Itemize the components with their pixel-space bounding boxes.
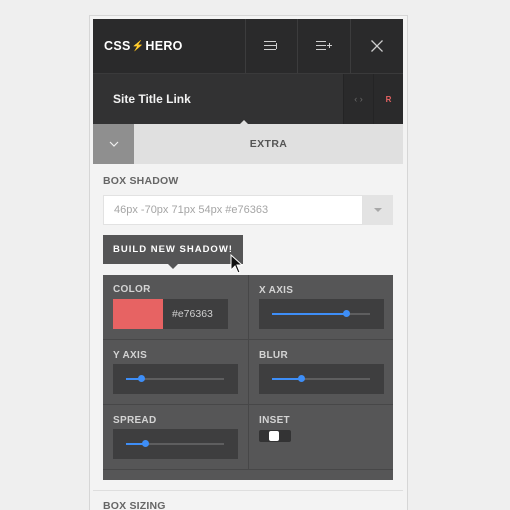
spread-slider[interactable] <box>113 429 238 459</box>
blur-label: BLUR <box>259 350 288 361</box>
color-hex-value[interactable]: #e76363 <box>163 299 228 329</box>
top-toolbar: CSS ⚡ HERO <box>93 19 403 73</box>
caret-down-icon <box>168 264 178 269</box>
slider-fill <box>272 378 301 380</box>
y-axis-label: Y AXIS <box>113 350 148 361</box>
close-button[interactable] <box>350 19 403 73</box>
slider-fill <box>272 313 346 315</box>
box-sizing-label: BOX SIZING <box>103 500 166 510</box>
caret-down-icon <box>374 208 382 212</box>
group-tab-bar: EXTRA <box>93 124 403 164</box>
x-axis-slider[interactable] <box>259 299 384 329</box>
box-shadow-input[interactable]: 46px -70px 71px 54px #e76363 <box>103 195 363 225</box>
spread-label: SPREAD <box>113 415 157 426</box>
add-property-button[interactable] <box>297 19 350 73</box>
slider-handle[interactable] <box>138 375 145 382</box>
spread-control: SPREAD <box>103 405 248 469</box>
color-label: COLOR <box>113 284 151 295</box>
x-axis-control: X AXIS <box>249 275 393 339</box>
toggle-thumb[interactable] <box>269 431 279 441</box>
inset-control: INSET <box>249 405 393 469</box>
box-shadow-dropdown-button[interactable] <box>363 195 393 225</box>
y-axis-control: Y AXIS <box>103 340 248 404</box>
inset-label: INSET <box>259 415 290 426</box>
logo-text-hero: HERO <box>145 39 183 53</box>
selected-element-title[interactable]: Site Title Link <box>93 74 343 125</box>
slider-handle[interactable] <box>343 310 350 317</box>
color-swatch[interactable] <box>113 299 163 329</box>
list-icon <box>264 41 278 50</box>
slider-handle[interactable] <box>142 440 149 447</box>
chevron-down-icon <box>109 141 118 147</box>
logo-text-css: CSS <box>104 39 131 53</box>
code-icon: ‹ › <box>354 94 363 104</box>
x-axis-label: X AXIS <box>259 285 294 296</box>
list-add-icon <box>316 41 333 50</box>
properties-list-button[interactable] <box>244 19 298 73</box>
code-view-button[interactable]: ‹ › <box>343 74 373 124</box>
selected-element-bar: Site Title Link ‹ › R <box>93 73 403 125</box>
selected-element-label: Site Title Link <box>113 92 191 106</box>
shadow-controls-grid: COLOR #e76363 X AXIS Y AXIS BLUR SPREAD … <box>103 275 393 480</box>
color-control: COLOR #e76363 <box>103 275 248 339</box>
grid-divider <box>103 469 393 470</box>
reset-label: R <box>385 94 392 104</box>
blur-control: BLUR <box>249 340 393 404</box>
build-new-shadow-button[interactable]: BUILD NEW SHADOW! <box>103 235 243 269</box>
group-dropdown-toggle[interactable] <box>93 124 134 164</box>
logo-bolt-icon: ⚡ <box>131 40 145 52</box>
close-icon <box>371 40 384 52</box>
slider-handle[interactable] <box>298 375 305 382</box>
blur-slider[interactable] <box>259 364 384 394</box>
logo: CSS ⚡ HERO <box>93 19 245 73</box>
reset-button[interactable]: R <box>373 74 403 124</box>
color-picker[interactable]: #e76363 <box>113 299 228 329</box>
mouse-cursor-icon <box>230 254 244 274</box>
inset-toggle[interactable] <box>259 430 291 442</box>
box-shadow-label: BOX SHADOW <box>103 175 179 187</box>
build-new-shadow-label: BUILD NEW SHADOW! <box>113 244 233 255</box>
section-divider <box>93 490 403 491</box>
tab-extra[interactable]: EXTRA <box>134 124 403 164</box>
y-axis-slider[interactable] <box>113 364 238 394</box>
